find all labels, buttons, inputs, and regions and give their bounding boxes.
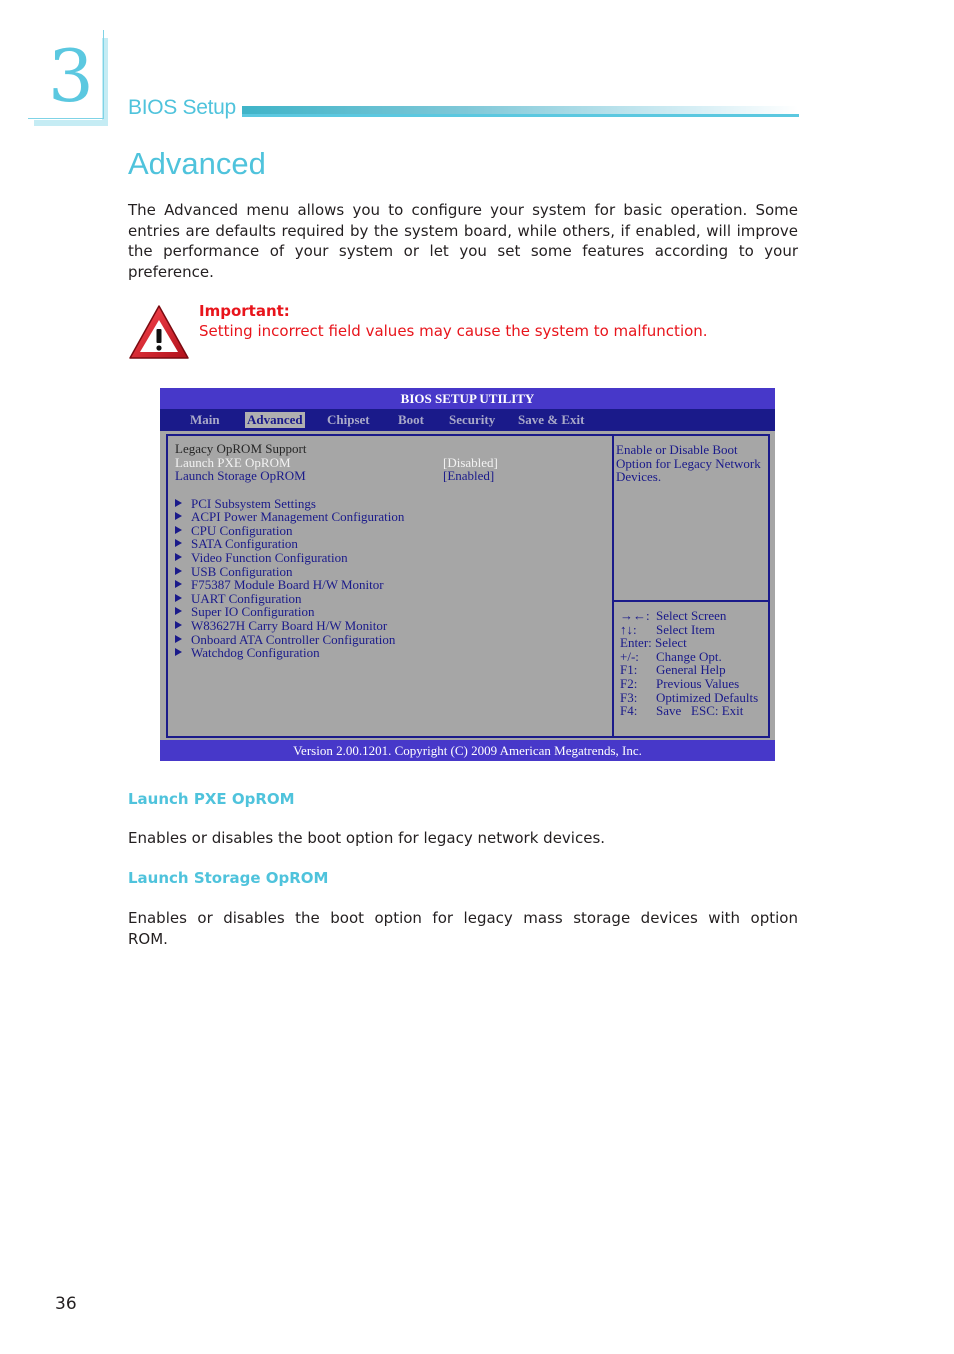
submenu-arrow-icon bbox=[175, 498, 182, 507]
bios-panel-divider bbox=[612, 436, 614, 736]
bios-submenu-item[interactable]: SATA Configuration bbox=[175, 537, 298, 551]
warning-triangle-icon bbox=[128, 304, 190, 360]
bios-help-divider bbox=[614, 600, 768, 602]
bios-submenu-item[interactable]: ACPI Power Management Configuration bbox=[175, 510, 404, 524]
key-legend-row: ↑↓: Select Item bbox=[620, 621, 715, 637]
bios-tab-boot[interactable]: Boot bbox=[396, 412, 426, 428]
key-legend-row: Enter: Select bbox=[620, 635, 687, 651]
bios-submenu-item[interactable]: Super IO Configuration bbox=[175, 605, 314, 619]
key-legend-row: F3: Optimized Defaults bbox=[620, 689, 759, 705]
bios-section-heading: Legacy OpROM Support bbox=[175, 441, 307, 456]
submenu-arrow-icon bbox=[175, 539, 182, 548]
bios-help-text: Enable or Disable Boot Option for Legacy… bbox=[616, 442, 761, 485]
bios-screen: BIOS SETUP UTILITY Main Advanced Chipset… bbox=[160, 388, 775, 761]
chapter-badge-border bbox=[103, 30, 104, 118]
submenu-arrow-icon bbox=[175, 593, 182, 602]
bios-submenu-item[interactable]: PCI Subsystem Settings bbox=[175, 496, 316, 511]
key-legend-row: F4: Save ESC: Exit bbox=[620, 703, 744, 719]
submenu-arrow-icon bbox=[175, 620, 182, 629]
submenu-arrow-icon bbox=[175, 580, 182, 589]
bios-setting-value-storage[interactable]: [Enabled] bbox=[443, 469, 494, 483]
submenu-arrow-icon bbox=[175, 525, 182, 534]
bios-submenu-item[interactable]: F75387 Module Board H/W Monitor bbox=[175, 578, 384, 592]
bios-submenu-item[interactable]: CPU Configuration bbox=[175, 523, 292, 538]
submenu-arrow-icon bbox=[175, 512, 182, 521]
bios-tab-security[interactable]: Security bbox=[447, 412, 497, 428]
important-label: Important: bbox=[199, 302, 290, 320]
bios-setting-label-storage[interactable]: Launch Storage OpROM bbox=[175, 469, 306, 483]
submenu-arrow-icon bbox=[175, 552, 182, 561]
bios-tab-save-exit[interactable]: Save & Exit bbox=[516, 412, 586, 428]
key-legend-row: F1: General Help bbox=[620, 662, 726, 678]
page-number: 36 bbox=[55, 1294, 77, 1314]
important-text: Setting incorrect field values may cause… bbox=[199, 322, 708, 340]
submenu-arrow-icon bbox=[175, 607, 182, 616]
key-legend-row: →←: Select Screen bbox=[620, 608, 727, 623]
intro-paragraph: The Advanced menu allows you to configur… bbox=[128, 201, 798, 281]
description-text-pxe: Enables or disables the boot option for … bbox=[128, 829, 606, 847]
description-heading-storage: Launch Storage OpROM bbox=[128, 869, 329, 887]
bios-key-legend: →←: Select Screen ↑↓: Select Item Enter: S… bbox=[620, 609, 758, 718]
page-title: Advanced bbox=[128, 146, 266, 181]
bios-submenu-item[interactable]: UART Configuration bbox=[175, 591, 302, 606]
bios-footer: Version 2.00.1201. Copyright (C) 2009 Am… bbox=[160, 740, 775, 761]
description-text-storage: Enables or disables the boot option for … bbox=[128, 909, 798, 948]
bios-setting-label-pxe[interactable]: Launch PXE OpROM bbox=[175, 455, 291, 470]
section-label: BIOS Setup bbox=[128, 96, 236, 119]
submenu-arrow-icon bbox=[175, 566, 182, 575]
bios-main-panel: Legacy OpROM Support Launch PXE OpROM [D… bbox=[166, 434, 770, 738]
bios-setting-value-pxe[interactable]: [Disabled] bbox=[443, 455, 498, 470]
bios-submenu-item[interactable]: W83627H Carry Board H/W Monitor bbox=[175, 619, 387, 633]
bios-tab-advanced[interactable]: Advanced bbox=[245, 412, 305, 428]
bios-tab-main[interactable]: Main bbox=[188, 412, 222, 428]
bios-submenu-item[interactable]: Watchdog Configuration bbox=[175, 646, 320, 660]
bios-menu-bar: Main Advanced Chipset Boot Security Save… bbox=[160, 409, 775, 431]
key-legend-row: F2: Previous Values bbox=[620, 675, 740, 691]
chapter-number: 3 bbox=[48, 34, 94, 118]
description-heading-pxe: Launch PXE OpROM bbox=[128, 790, 295, 808]
bios-submenu-item[interactable]: USB Configuration bbox=[175, 564, 292, 579]
key-legend-row: +/-: Change Opt. bbox=[620, 648, 722, 664]
bios-submenu-item[interactable]: Video Function Configuration bbox=[175, 551, 348, 565]
header-decorative-bar bbox=[242, 106, 798, 114]
header-decorative-line bbox=[242, 114, 799, 117]
chapter-badge-border bbox=[28, 118, 104, 119]
bios-title-bar: BIOS SETUP UTILITY bbox=[160, 388, 775, 409]
bios-submenu-item[interactable]: Onboard ATA Controller Configuration bbox=[175, 632, 395, 647]
submenu-arrow-icon bbox=[175, 648, 182, 657]
chapter-badge-shadow bbox=[34, 120, 108, 126]
bios-tab-chipset[interactable]: Chipset bbox=[325, 412, 372, 428]
submenu-arrow-icon bbox=[175, 634, 182, 643]
